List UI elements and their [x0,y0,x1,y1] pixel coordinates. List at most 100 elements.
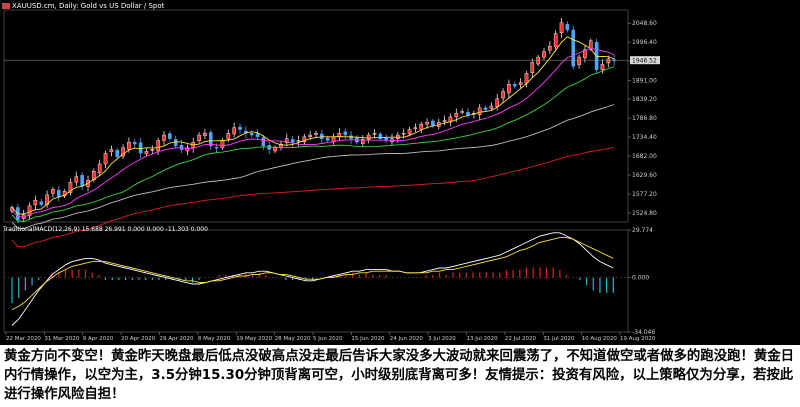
price-tick-label: 1682.00 [632,153,657,160]
candle-body [226,133,231,140]
price-chart-svg[interactable]: 2048.601996.401944.201891.001839.201786.… [0,0,800,345]
candle-body [559,22,564,34]
flag-icon [2,3,10,9]
candle-body [542,51,546,58]
x-tick-label: 22 Jul 2020 [505,336,537,342]
x-tick-label: 10 Aug 2020 [582,336,618,342]
x-tick-label: 20 Apr 2020 [121,336,156,342]
caption-text: 黄金方向不变空！黄金昨天晚盘最后低点没破高点没走最后告诉大家没多大波动就来回震荡… [4,349,795,402]
candle-body [325,137,330,141]
price-tick-label: 1996.40 [632,39,657,46]
candle-body [203,133,207,136]
candle-body [413,127,418,130]
candle-body [290,139,295,143]
candle-body [477,107,482,115]
ma-line-magenta [11,47,615,218]
x-tick-label: 19 May 2020 [236,336,272,342]
price-tick-label: 1577.20 [632,191,657,198]
x-tick-label: 3 Jul 2020 [428,336,456,342]
x-tick-label: 28 May 2020 [275,336,311,342]
candle-body [156,140,160,152]
candle-body [366,134,371,140]
candle-body [460,111,464,113]
candle-body [308,134,312,138]
candle-body [115,150,120,157]
candle-body [483,107,488,110]
candle-body [109,149,114,152]
candle-body [425,122,429,125]
candle-body [314,133,318,135]
candle-body [466,111,470,116]
candle-body [536,56,540,65]
x-tick-label: 15 Jun 2020 [351,336,385,342]
candle-body [173,139,178,147]
candle-body [261,137,266,147]
candle-body [39,201,44,205]
candle-body [150,149,155,151]
price-tick-label: 1839.20 [632,96,657,103]
candle-body [501,91,505,99]
candle-body [132,142,137,145]
macd-tick-label: 0.000 [632,275,649,282]
candle-body [431,120,435,127]
candle-body [214,147,219,149]
candle-body [51,189,55,194]
signal-line [11,237,614,311]
candle-body [553,33,558,48]
candle-body [138,142,143,154]
candle-body [565,23,570,31]
price-tick-label: 1734.40 [632,134,657,141]
candle-body [33,200,38,206]
current-price-label: 1946.52 [632,58,657,65]
candle-body [103,152,108,165]
candle-body [495,98,500,107]
candle-body [600,64,605,70]
candle-body [407,129,412,135]
price-tick-label: 1891.00 [632,77,657,84]
candle-body [144,151,149,155]
candle-body [518,82,523,85]
candle-body [524,73,529,84]
candle-body [97,163,102,173]
candle-body [255,133,260,138]
candle-body [232,127,236,135]
candle-body [606,58,611,64]
candle-body [127,142,131,150]
candle-body [530,62,535,73]
x-tick-label: 24 Jun 2020 [390,336,424,342]
candle-body [179,144,184,150]
x-tick-label: 5 Jun 2020 [313,336,343,342]
candle-body [343,131,348,136]
chart-area[interactable]: 2048.601996.401944.201891.001839.201786.… [0,0,800,345]
x-tick-label: 13 Jul 2020 [467,336,499,342]
x-tick-label: 29 Apr 2020 [160,336,195,342]
candle-body [442,120,447,122]
candle-body [372,133,377,135]
x-tick-label: 22 Mar 2020 [6,336,41,342]
price-tick-label: 2048.60 [632,20,657,27]
macd-tick-label: -34.046 [632,329,655,336]
candle-body [56,189,61,197]
candle-body [162,134,166,141]
price-tick-label: 1786.80 [632,115,657,122]
candle-body [507,84,511,94]
indicator-title: TraditionalMACD(12,26,9) 15.688 26.991 0… [3,226,208,233]
x-tick-label: 9 Apr 2020 [83,336,114,342]
candle-body [577,56,581,65]
candle-body [296,140,301,142]
price-tick-label: 1629.60 [632,172,657,179]
candle-body [401,133,406,135]
candle-body [168,133,172,139]
x-tick-label: 8 May 2020 [198,336,231,342]
candle-body [548,46,552,51]
candle-body [512,84,517,87]
x-tick-label: 31 Mar 2020 [44,336,79,342]
chart-title: XAUUSD.cm, Daily: Gold vs US Dollar / Sp… [12,2,165,10]
candle-body [273,147,277,152]
ma-line-yellow [11,36,615,215]
x-tick-label: 19 Aug 2020 [620,336,656,342]
candle-body [419,123,424,130]
price-tick-label: 1524.80 [632,210,657,217]
candle-body [220,140,225,148]
candle-body [571,29,576,67]
